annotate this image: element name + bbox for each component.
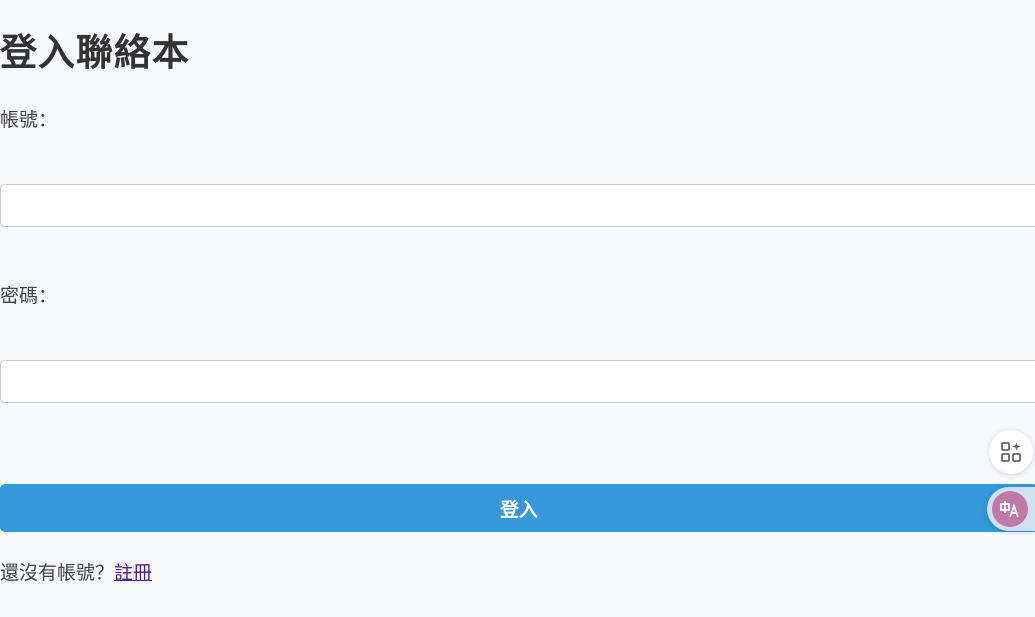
password-input[interactable]	[0, 360, 1035, 403]
translate-icon	[1000, 501, 1019, 518]
login-button[interactable]: 登入	[0, 484, 1035, 532]
username-input[interactable]	[0, 184, 1035, 227]
register-link[interactable]: 註冊	[114, 562, 152, 584]
login-page: 登入聯絡本 帳號： 密碼： 登入 還沒有帳號？註冊	[0, 0, 1035, 617]
password-label: 密碼：	[0, 285, 58, 307]
translate-button[interactable]	[987, 487, 1035, 531]
page-title: 登入聯絡本	[0, 31, 190, 74]
register-prompt: 還沒有帳號？	[0, 562, 115, 584]
translate-badge	[992, 491, 1028, 527]
register-row: 還沒有帳號？註冊	[0, 559, 152, 587]
apps-sparkle-button[interactable]	[989, 430, 1033, 474]
username-label: 帳號：	[0, 109, 58, 131]
apps-sparkle-icon	[1001, 442, 1021, 462]
